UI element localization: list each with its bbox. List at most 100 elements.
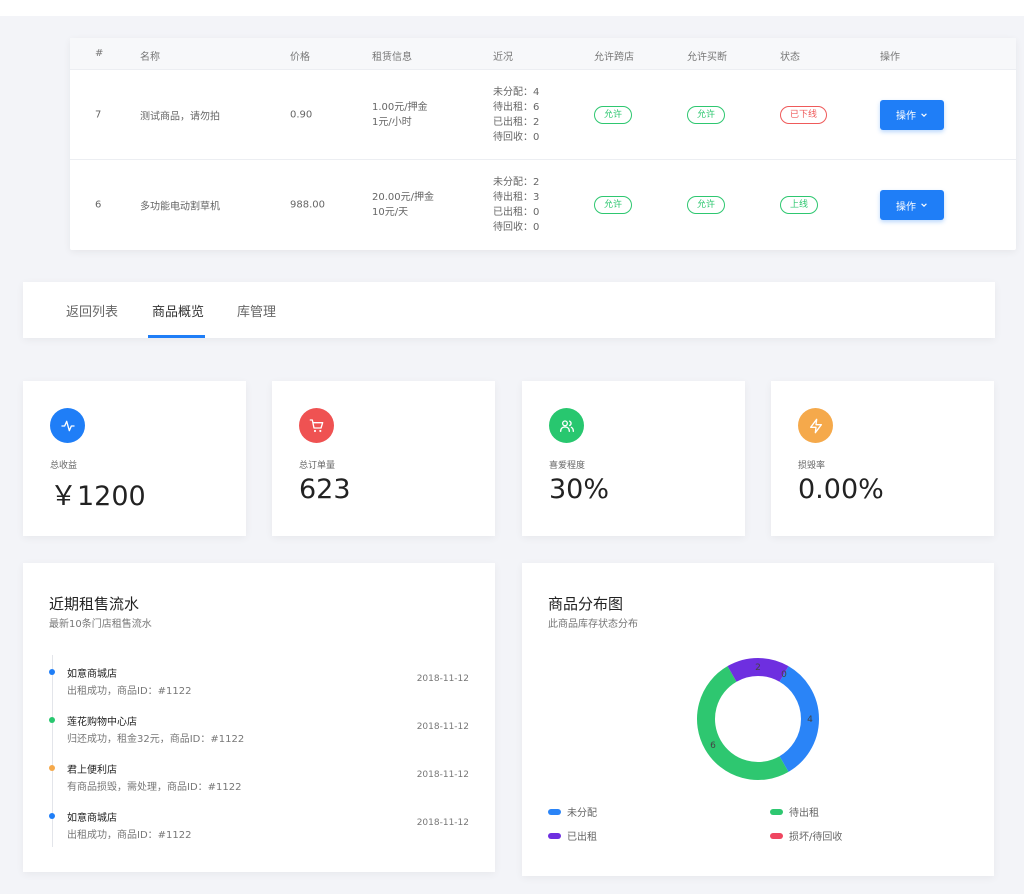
timeline-date: 2018-11-12	[416, 722, 469, 732]
timeline-store: 莲花购物中心店	[67, 717, 137, 728]
row-name: 多功能电动割草机	[140, 201, 220, 213]
tab-back-to-list[interactable]: 返回列表	[66, 301, 118, 320]
top-strip	[0, 0, 1024, 16]
chevron-down-icon	[921, 203, 927, 207]
recent-rented: 已出租：0	[493, 207, 540, 218]
rental-flow-card: 近期租售流水 最新10条门店租售流水 如意商城店 出租成功，商品ID：#1122…	[23, 563, 495, 872]
legend-item[interactable]: 已出租	[548, 828, 597, 843]
operation-label: 操作	[896, 111, 916, 122]
header-buyout: 允许买断	[687, 52, 727, 63]
distribution-card: 商品分布图 此商品库存状态分布 4 6 2 0 未分配 待出租 已出租 损坏/待回收	[522, 563, 994, 876]
header-id: #	[95, 48, 104, 59]
distribution-donut-chart: 4 6 2 0	[697, 658, 819, 780]
row-id: 6	[95, 199, 102, 211]
rent-rate: 10元/天	[372, 207, 409, 218]
legend-label: 未分配	[567, 808, 597, 819]
timeline-dot	[49, 813, 55, 819]
tab-inventory-management[interactable]: 库管理	[237, 301, 276, 320]
timeline-item: 君上便利店 有商品损毁，需处理，商品ID：#1122 2018-11-12	[49, 761, 469, 793]
legend-swatch	[770, 832, 783, 839]
operation-dropdown-button[interactable]: 操作	[880, 99, 944, 130]
row-rent-info: 20.00元/押金 10元/天	[372, 190, 434, 220]
timeline-date: 2018-11-12	[416, 674, 469, 684]
activity-icon	[50, 408, 85, 443]
donut-value-label: 2	[755, 663, 761, 673]
timeline-item: 如意商城店 出租成功，商品ID：#1122 2018-11-12	[49, 665, 469, 697]
table-row: 7 测试商品，请勿拍 0.90 1.00元/押金 1元/小时 未分配：4 待出租…	[70, 70, 1016, 160]
row-price: 0.90	[290, 109, 313, 120]
timeline-dot	[49, 717, 55, 723]
stat-label: 总订单量	[299, 461, 336, 471]
timeline-item: 莲花购物中心店 归还成功，租金32元，商品ID：#1122 2018-11-12	[49, 713, 469, 745]
stat-card-popularity: 喜爱程度 30%	[522, 381, 745, 536]
rent-rate: 1元/小时	[372, 116, 412, 128]
stat-card-total-revenue: 总收益 ￥1200	[23, 381, 246, 536]
card-title: 商品分布图	[548, 595, 624, 613]
timeline-dot	[49, 669, 55, 675]
table-header: # 名称 价格 租赁信息 近况 允许跨店 允许买断 状态 操作	[70, 38, 1016, 70]
recent-to-recover: 待回收：0	[493, 131, 540, 143]
recent-rented: 已出租：2	[493, 116, 540, 128]
recent-unassigned: 未分配：4	[493, 86, 540, 98]
operation-dropdown-button[interactable]: 操作	[880, 190, 944, 220]
recent-unassigned: 未分配：2	[493, 177, 540, 188]
legend-swatch	[770, 808, 783, 815]
donut-value-label: 0	[781, 670, 787, 680]
donut-slice-未分配[interactable]	[779, 666, 819, 772]
timeline-dot	[49, 765, 55, 771]
table-row: 6 多功能电动割草机 988.00 20.00元/押金 10元/天 未分配：2 …	[70, 160, 1016, 250]
legend-label: 待出租	[789, 808, 819, 819]
legend-item[interactable]: 待出租	[770, 804, 819, 819]
operation-label: 操作	[896, 201, 916, 213]
cross-store-tag: 允许	[594, 196, 633, 214]
header-price: 价格	[290, 52, 310, 63]
timeline-desc: 出租成功，商品ID：#1122	[67, 830, 192, 841]
active-tab-indicator	[148, 335, 205, 338]
stat-label: 喜爱程度	[549, 461, 586, 471]
timeline-date: 2018-11-12	[416, 770, 469, 780]
legend-label: 已出租	[567, 832, 597, 843]
header-name: 名称	[140, 52, 160, 63]
buyout-tag: 允许	[687, 105, 726, 124]
tab-product-overview[interactable]: 商品概览	[152, 301, 204, 320]
timeline-store: 君上便利店	[67, 765, 117, 776]
row-recent: 未分配：4 待出租：6 已出租：2 待回收：0	[493, 85, 539, 145]
legend-item[interactable]: 未分配	[548, 804, 597, 819]
legend-swatch	[548, 808, 561, 815]
rent-deposit: 1.00元/押金	[372, 101, 428, 113]
stat-value: ￥1200	[50, 481, 146, 512]
donut-value-label: 4	[807, 715, 813, 725]
stat-value: 30%	[549, 474, 610, 505]
row-price: 988.00	[290, 199, 325, 211]
stat-card-damage-rate: 损毁率 0.00%	[771, 381, 994, 536]
stat-value: 623	[299, 474, 351, 505]
cross-store-tag: 允许	[594, 105, 633, 124]
status-badge: 已下线	[780, 105, 828, 124]
header-recent: 近况	[493, 52, 513, 63]
donut-value-label: 6	[710, 741, 716, 751]
product-table: # 名称 价格 租赁信息 近况 允许跨店 允许买断 状态 操作 7 测试商品，请…	[70, 38, 1016, 250]
recent-to-rent: 待出租：3	[493, 192, 540, 203]
legend-swatch	[548, 832, 561, 839]
recent-to-rent: 待出租：6	[493, 101, 540, 113]
timeline-date: 2018-11-12	[416, 818, 469, 828]
legend-item[interactable]: 损坏/待回收	[770, 828, 842, 843]
header-rent: 租赁信息	[372, 52, 412, 63]
row-id: 7	[95, 109, 102, 120]
stat-value: 0.00%	[798, 474, 884, 505]
buyout-tag: 允许	[687, 196, 726, 214]
donut-slice-待出租[interactable]	[697, 666, 789, 780]
timeline-store: 如意商城店	[67, 669, 117, 680]
timeline-store: 如意商城店	[67, 813, 117, 824]
timeline-item: 如意商城店 出租成功，商品ID：#1122 2018-11-12	[49, 809, 469, 841]
card-subtitle: 此商品库存状态分布	[548, 619, 638, 630]
header-operation: 操作	[880, 52, 900, 63]
row-name: 测试商品，请勿拍	[140, 111, 220, 122]
status-badge: 上线	[780, 196, 819, 214]
cart-icon	[299, 408, 334, 443]
tab-bar: 返回列表 商品概览 库管理	[23, 282, 995, 338]
card-title: 近期租售流水	[49, 595, 140, 613]
header-cross-store: 允许跨店	[594, 52, 634, 63]
stat-card-total-orders: 总订单量 623	[272, 381, 495, 536]
timeline-desc: 出租成功，商品ID：#1122	[67, 686, 192, 697]
